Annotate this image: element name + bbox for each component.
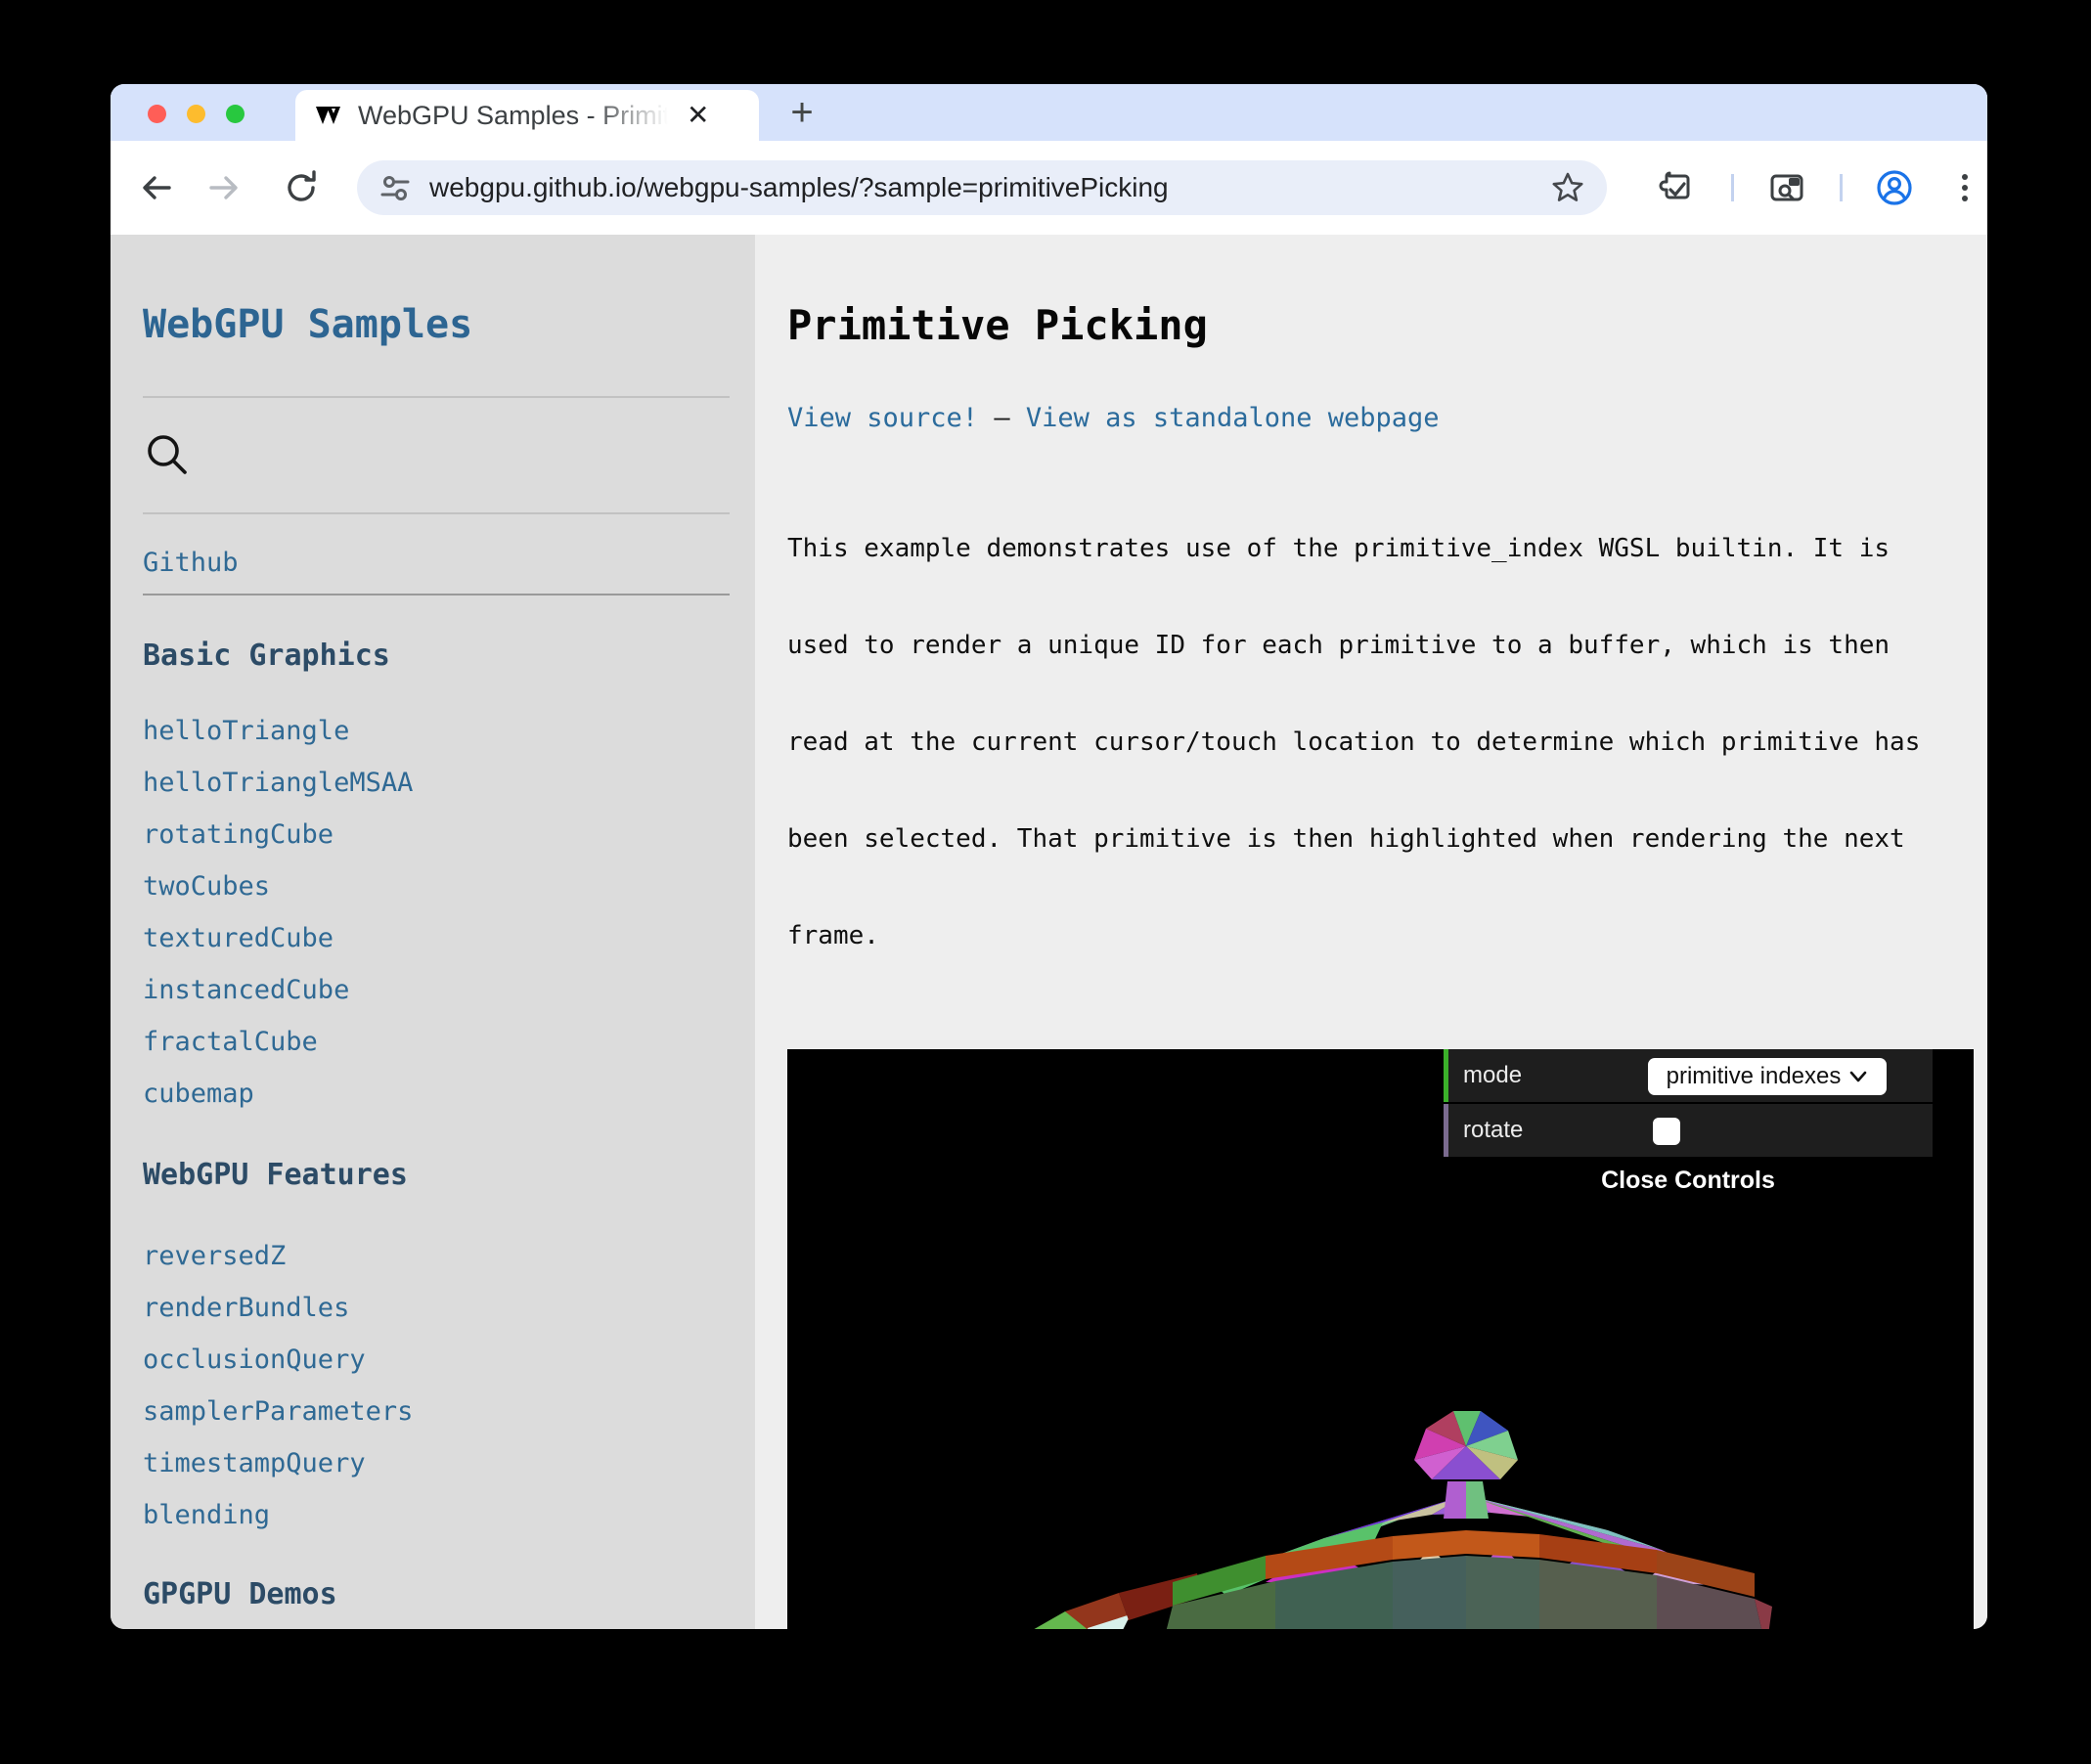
page-title: Primitive Picking [787, 299, 1987, 352]
close-window-button[interactable] [148, 105, 166, 123]
link-separator: – [994, 403, 1009, 433]
sidebar-item-renderbundles[interactable]: renderBundles [143, 1293, 349, 1324]
divider [143, 512, 730, 514]
reload-icon[interactable] [282, 168, 321, 207]
close-controls-button[interactable]: Close Controls [1444, 1167, 1933, 1195]
rotate-checkbox[interactable] [1653, 1118, 1680, 1145]
sidebar-item-hellotriangle[interactable]: helloTriangle [143, 716, 349, 747]
sidebar-item-occlusionquery[interactable]: occlusionQuery [143, 1345, 366, 1376]
sidebar-item-texturedcube[interactable]: texturedCube [143, 923, 334, 954]
sidebar-item-reversedz[interactable]: reversedZ [143, 1241, 286, 1272]
side-panel-search-icon[interactable] [1767, 168, 1806, 207]
extensions-icon[interactable] [1658, 168, 1697, 207]
gui-row-rotate: rotate [1444, 1104, 1933, 1159]
chevron-down-icon [1848, 1070, 1868, 1083]
toolbar-divider [1731, 174, 1734, 201]
browser-tab[interactable]: WebGPU Samples - Primitive ✕ [295, 90, 759, 141]
new-tab-button[interactable]: + [779, 90, 824, 135]
profile-avatar-icon[interactable] [1875, 168, 1914, 207]
section-heading-basic-graphics: Basic Graphics [143, 639, 755, 674]
sample-description: This example demonstrates use of the pri… [787, 468, 1987, 1017]
mode-select-value: primitive indexes [1667, 1063, 1842, 1090]
forward-icon[interactable] [204, 168, 244, 207]
rotate-label: rotate [1463, 1117, 1523, 1144]
standalone-link[interactable]: View as standalone webpage [1026, 403, 1440, 433]
sidebar-item-cubemap[interactable]: cubemap [143, 1079, 254, 1110]
menu-kebab-icon[interactable] [1945, 168, 1984, 207]
webgpu-canvas[interactable]: mode primitive indexes rotate [787, 1049, 1974, 1629]
divider [143, 396, 730, 398]
gui-row-mode: mode primitive indexes [1444, 1049, 1933, 1104]
address-bar[interactable]: webgpu.github.io/webgpu-samples/?sample=… [357, 160, 1607, 215]
teapot-render [972, 1401, 1965, 1629]
sample-links: View source! – View as standalone webpag… [787, 402, 1987, 435]
zoom-window-button[interactable] [226, 105, 245, 123]
close-tab-icon[interactable]: ✕ [687, 102, 709, 129]
toolbar-divider [1840, 174, 1843, 201]
sidebar-item-twocubes[interactable]: twoCubes [143, 871, 270, 903]
minimize-window-button[interactable] [187, 105, 205, 123]
view-source-link[interactable]: View source! [787, 403, 978, 433]
gui-accent-bar [1444, 1049, 1448, 1102]
search-icon[interactable] [143, 430, 192, 479]
back-icon[interactable] [137, 168, 176, 207]
bookmark-star-icon[interactable] [1550, 170, 1585, 205]
url-text[interactable]: webgpu.github.io/webgpu-samples/?sample=… [429, 172, 1169, 203]
sidebar-item-hellotrianglemsaa[interactable]: helloTriangleMSAA [143, 768, 413, 799]
sidebar-item-github[interactable]: Github [143, 548, 239, 579]
sample-main: Primitive Picking View source! – View as… [755, 235, 1987, 1629]
sidebar-item-rotatingcube[interactable]: rotatingCube [143, 819, 334, 851]
section-heading-gpgpu-demos: GPGPU Demos [143, 1577, 755, 1612]
sidebar-item-timestampquery[interactable]: timestampQuery [143, 1448, 366, 1479]
gui-accent-bar [1444, 1104, 1448, 1157]
section-heading-webgpu-features: WebGPU Features [143, 1158, 755, 1193]
webgpu-favicon-icon [315, 101, 344, 130]
page-content: WebGPU Samples Github Basic Graphics hel… [111, 235, 1987, 1629]
sidebar-item-fractalcube[interactable]: fractalCube [143, 1027, 318, 1058]
sidebar-title: WebGPU Samples [143, 303, 755, 346]
tab-title: WebGPU Samples - Primitive [358, 101, 681, 131]
samples-sidebar: WebGPU Samples Github Basic Graphics hel… [111, 235, 755, 1629]
sidebar-item-blending[interactable]: blending [143, 1500, 270, 1531]
gui-panel: mode primitive indexes rotate [1444, 1049, 1933, 1159]
browser-toolbar: webgpu.github.io/webgpu-samples/?sample=… [111, 141, 1987, 235]
tab-strip: WebGPU Samples - Primitive ✕ + [111, 84, 1987, 141]
mode-select[interactable]: primitive indexes [1648, 1058, 1887, 1095]
divider [143, 594, 730, 595]
mode-label: mode [1463, 1062, 1522, 1089]
browser-window: WebGPU Samples - Primitive ✕ + webgpu.gi… [111, 84, 1987, 1629]
sidebar-item-instancedcube[interactable]: instancedCube [143, 975, 349, 1006]
site-settings-icon[interactable] [378, 171, 412, 204]
sidebar-item-samplerparameters[interactable]: samplerParameters [143, 1396, 413, 1428]
